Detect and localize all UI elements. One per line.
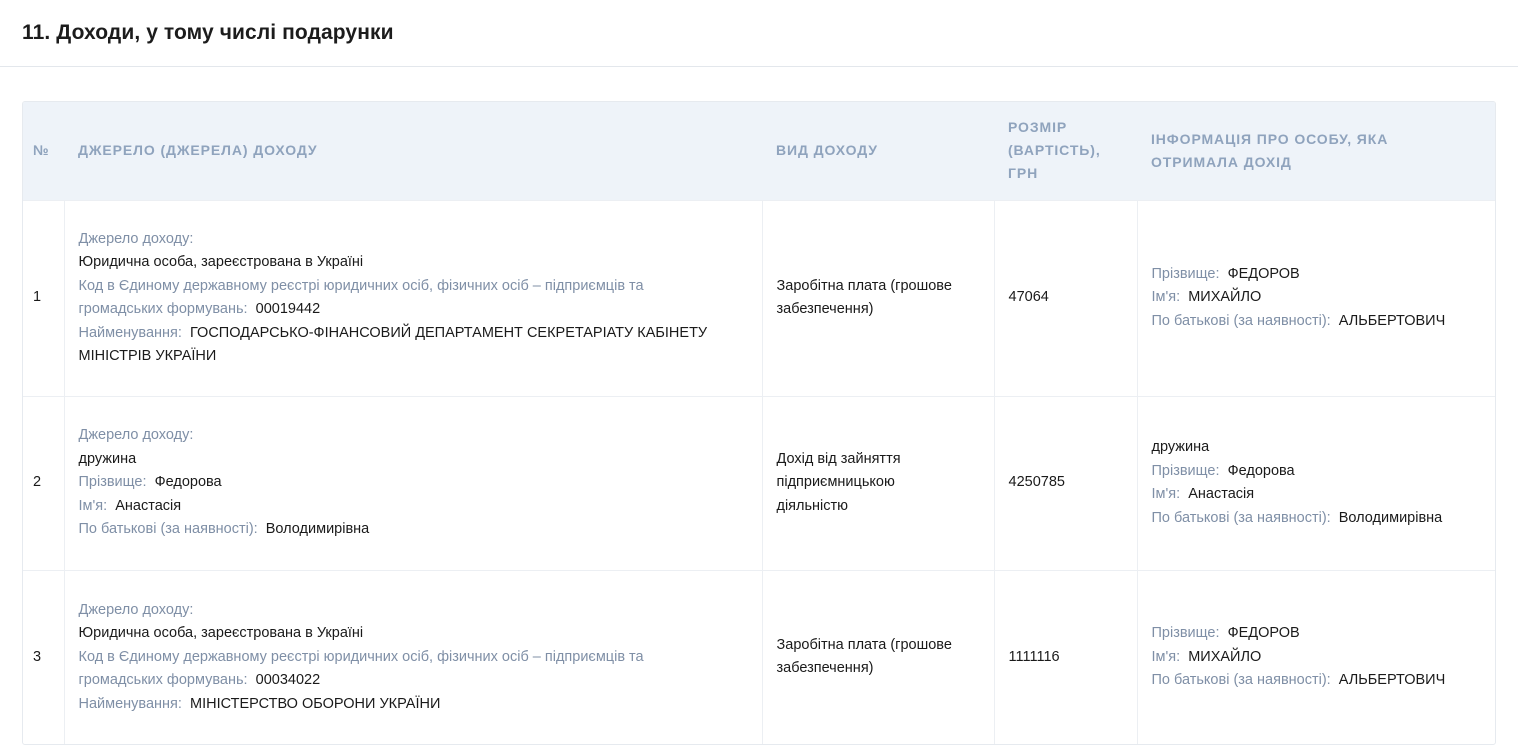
firstname-label: Ім'я: — [1151, 648, 1181, 665]
firstname-label: Ім'я: — [1151, 486, 1181, 502]
header-num: № — [33, 142, 50, 159]
cell-person: Прізвище: ФЕДОРОВ Ім'я: МИХАЙЛО По батьк… — [1136, 199, 1495, 396]
code-label-cont: громадських формувань: — [78, 672, 248, 688]
patronymic-label: По батькові (за наявності): — [1151, 312, 1331, 329]
header-person: Інформація про особу, яка отримала дохід — [1137, 102, 1495, 200]
header-amount-line2: (вартість), — [1008, 142, 1101, 159]
source-value: дружина — [78, 450, 137, 467]
patronymic-label: По батькові (за наявності): — [1151, 509, 1331, 526]
code-label: Код в Єдиному державному реєстрі юридичн… — [78, 648, 644, 665]
firstname-value: МИХАЙЛО — [1188, 289, 1262, 306]
header-row: № Джерело (джерела) доходу Вид доходу Ро… — [23, 102, 1495, 200]
patronymic-value: АЛЬБЕРТОВИЧ — [1338, 312, 1446, 329]
surname-value: ФЕДОРОВ — [1227, 625, 1300, 641]
header-amount: Розмір (вартість), грн — [994, 102, 1137, 200]
patronymic-value: АЛЬБЕРТОВИЧ — [1338, 672, 1446, 688]
source-label: Джерело доходу: — [78, 427, 194, 444]
header-type: Вид доходу — [776, 142, 878, 159]
surname-value: ФЕДОРОВ — [1227, 265, 1300, 282]
section-header: 11. Доходи, у тому числі подарунки — [0, 0, 1518, 67]
code-value: 00034022 — [255, 672, 321, 688]
header-source: Джерело (джерела) доходу — [78, 142, 318, 159]
income-table-grid: № Джерело (джерела) доходу Вид доходу Ро… — [23, 102, 1495, 744]
surname-label: Прізвище: — [1151, 462, 1220, 479]
table-row: 2 Джерело доходу: дружина Прізвище: Федо… — [23, 395, 1495, 570]
header-amount-line1: Розмір — [1008, 119, 1068, 136]
patronymic-label: По батькові (за наявності): — [78, 521, 258, 538]
firstname-label: Ім'я: — [1151, 289, 1181, 306]
cell-amount: 4250785 — [993, 395, 1137, 570]
header-person-line2: отримала дохід — [1151, 153, 1292, 170]
surname-value: Федорова — [1227, 462, 1295, 479]
cell-type: Заробітна плата (грошове забезпечення) — [761, 569, 994, 744]
source-label: Джерело доходу: — [78, 601, 194, 618]
type-line2: підприємницькою — [776, 474, 895, 491]
type-line2: забезпечення) — [776, 301, 874, 317]
header-amount-line3: грн — [1008, 165, 1039, 182]
table-header: № Джерело (джерела) доходу Вид доходу Ро… — [23, 102, 1495, 200]
type-line1: Дохід від зайняття — [776, 450, 901, 467]
firstname-value: МИХАЙЛО — [1188, 648, 1262, 665]
cell-num: 2 — [23, 395, 64, 570]
cell-person: дружина Прізвище: Федорова Ім'я: Анастас… — [1136, 395, 1495, 570]
type-line1: Заробітна плата (грошове — [776, 636, 952, 653]
surname-label: Прізвище: — [1151, 265, 1220, 282]
patronymic-value: Володимирівна — [1338, 509, 1443, 526]
table-body: 1 Джерело доходу: Юридична особа, зареєс… — [23, 199, 1495, 744]
type-line3: діяльністю — [776, 497, 849, 514]
cell-source: Джерело доходу: дружина Прізвище: Федоро… — [63, 395, 762, 570]
cell-person: Прізвище: ФЕДОРОВ Ім'я: МИХАЙЛО По батьк… — [1136, 569, 1495, 744]
cell-type: Заробітна плата (грошове забезпечення) — [761, 199, 994, 396]
source-label: Джерело доходу: — [78, 230, 194, 247]
surname-label: Прізвище: — [78, 474, 147, 491]
cell-source: Джерело доходу: Юридична особа, зареєстр… — [63, 199, 762, 396]
income-table: № Джерело (джерела) доходу Вид доходу Ро… — [22, 101, 1496, 745]
firstname-value: Анастасія — [115, 497, 182, 514]
name-label: Найменування: — [78, 324, 182, 341]
cell-source: Джерело доходу: Юридична особа, зареєстр… — [63, 569, 762, 744]
type-line2: забезпечення) — [776, 660, 874, 677]
header-person-line1: Інформація про особу, яка — [1151, 130, 1389, 147]
name-value: ГОСПОДАРСЬКО-ФІНАНСОВИЙ ДЕПАРТАМЕНТ СЕКР… — [190, 324, 708, 341]
section-title: 11. Доходи, у тому числі подарунки — [22, 21, 394, 44]
surname-label: Прізвище: — [1151, 625, 1220, 641]
table-row: 1 Джерело доходу: Юридична особа, зареєс… — [23, 199, 1495, 396]
cell-amount: 1111116 — [993, 569, 1137, 744]
table-row: 3 Джерело доходу: Юридична особа, зареєс… — [23, 569, 1495, 744]
code-value: 00019442 — [255, 301, 321, 317]
source-value: Юридична особа, зареєстрована в Україні — [78, 625, 364, 641]
patronymic-label: По батькові (за наявності): — [1151, 672, 1331, 688]
cell-num: 1 — [23, 199, 64, 396]
firstname-value: Анастасія — [1188, 486, 1255, 502]
cell-amount: 47064 — [993, 199, 1137, 396]
code-label: Код в Єдиному державному реєстрі юридичн… — [78, 277, 644, 294]
cell-type: Дохід від зайняття підприємницькою діяль… — [761, 395, 994, 570]
patronymic-value: Володимирівна — [265, 521, 370, 538]
surname-value: Федорова — [154, 474, 222, 491]
name-value: МІНІСТЕРСТВО ОБОРОНИ УКРАЇНИ — [190, 695, 441, 712]
firstname-label: Ім'я: — [78, 497, 108, 514]
cell-num: 3 — [23, 569, 64, 744]
name-value-cont: МІНІСТРІВ УКРАЇНИ — [78, 348, 217, 364]
name-label: Найменування: — [78, 695, 182, 712]
source-value: Юридична особа, зареєстрована в Україні — [78, 254, 364, 270]
person-relation: дружина — [1151, 439, 1210, 455]
code-label-cont: громадських формувань: — [78, 301, 248, 317]
type-line1: Заробітна плата (грошове — [776, 277, 952, 294]
